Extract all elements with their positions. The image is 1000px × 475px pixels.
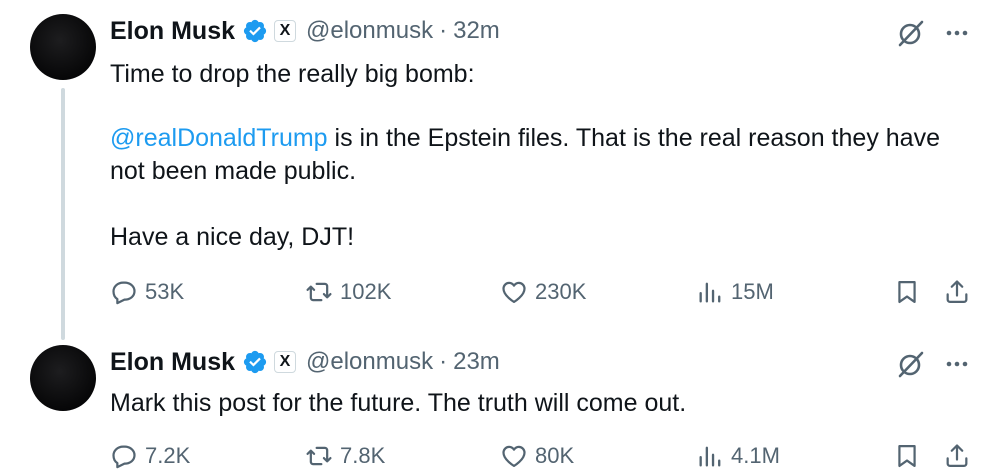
tweet-header: Elon Musk X @elonmusk · 23m xyxy=(110,345,500,379)
like-icon xyxy=(502,445,526,468)
tweet-2[interactable]: Elon Musk X @elonmusk · 23m Mark this po… xyxy=(0,340,1000,469)
separator: · xyxy=(439,348,448,375)
bookmark-icon[interactable] xyxy=(893,278,921,306)
like-icon xyxy=(502,281,526,304)
views-count: 4.1M xyxy=(731,443,780,468)
more-icon[interactable] xyxy=(942,349,972,379)
avatar[interactable] xyxy=(30,14,96,80)
timestamp[interactable]: 23m xyxy=(453,348,500,376)
like-count: 230K xyxy=(535,279,587,304)
author-handle[interactable]: @elonmusk xyxy=(306,348,433,376)
verified-badge-icon xyxy=(242,349,268,375)
views-icon xyxy=(699,282,721,303)
x-affiliate-icon: X xyxy=(274,20,297,42)
reply-button[interactable]: 53K xyxy=(110,274,184,310)
bookmark-icon[interactable] xyxy=(893,442,921,470)
reply-button[interactable]: 7.2K xyxy=(110,438,190,474)
timestamp[interactable]: 32m xyxy=(453,17,500,45)
reply-count: 7.2K xyxy=(145,443,191,468)
tweet-text-fragment: is in the Epstein files. That is the rea… xyxy=(327,124,940,152)
reply-count: 53K xyxy=(145,279,185,304)
like-button[interactable]: 80K xyxy=(500,438,574,474)
author-handle[interactable]: @elonmusk xyxy=(306,17,433,45)
repost-count: 102K xyxy=(340,279,392,304)
separator: · xyxy=(439,17,448,44)
tweet-text-line: Mark this post for the future. The truth… xyxy=(110,389,687,417)
author-name[interactable]: Elon Musk xyxy=(110,17,235,46)
like-button[interactable]: 230K xyxy=(500,274,586,310)
repost-count: 7.8K xyxy=(340,443,386,468)
reply-icon xyxy=(112,445,136,469)
reply-icon xyxy=(112,281,136,305)
repost-button[interactable]: 7.8K xyxy=(305,438,385,474)
action-bar: 7.2K 7.8K 80K 4.1M xyxy=(0,438,1000,474)
views-icon xyxy=(699,446,721,467)
repost-icon xyxy=(306,282,332,302)
views-button[interactable]: 4.1M xyxy=(696,438,780,474)
more-icon[interactable] xyxy=(942,18,972,48)
author-name[interactable]: Elon Musk xyxy=(110,348,235,377)
tweet-text-line: @realDonaldTrump is in the Epstein files… xyxy=(110,122,940,155)
like-count: 80K xyxy=(535,443,575,468)
mention-link[interactable]: @realDonaldTrump xyxy=(110,124,328,152)
x-affiliate-icon: X xyxy=(274,351,297,373)
repost-button[interactable]: 102K xyxy=(305,274,391,310)
views-button[interactable]: 15M xyxy=(696,274,774,310)
repost-icon xyxy=(306,446,332,466)
verified-badge-icon xyxy=(242,18,268,44)
share-icon[interactable] xyxy=(943,442,971,470)
tweet-text-line: not been made public. xyxy=(110,157,357,185)
grok-icon[interactable] xyxy=(896,18,926,48)
share-icon[interactable] xyxy=(943,278,971,306)
tweet-text-line: Have a nice day, DJT! xyxy=(110,223,355,251)
grok-icon[interactable] xyxy=(896,349,926,379)
tweet-header: Elon Musk X @elonmusk · 32m xyxy=(110,14,500,48)
action-bar: 53K 102K 230K 15M xyxy=(0,274,1000,310)
avatar[interactable] xyxy=(30,345,96,411)
tweet-1[interactable]: Elon Musk X @elonmusk · 32m Time to drop… xyxy=(0,0,1000,340)
tweet-text-line: Time to drop the really big bomb: xyxy=(110,60,475,88)
views-count: 15M xyxy=(731,279,774,304)
